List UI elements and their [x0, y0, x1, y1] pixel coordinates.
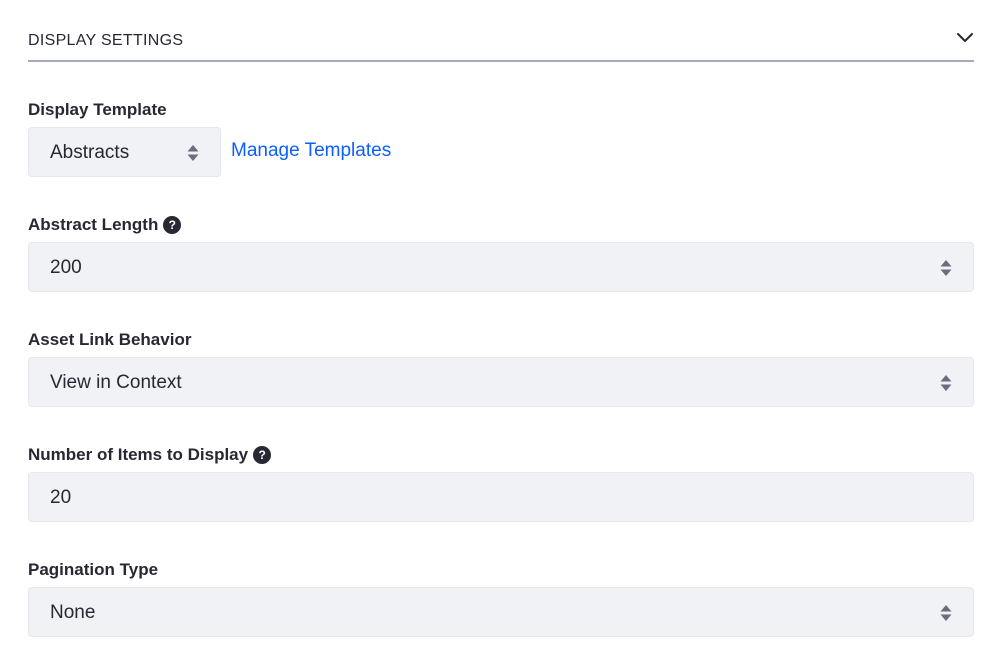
pagination-type-value: None: [50, 602, 96, 623]
abstract-length-value: 200: [50, 257, 82, 278]
select-arrows-icon: [940, 605, 952, 621]
select-arrows-icon: [940, 375, 952, 391]
pagination-type-select[interactable]: None: [28, 587, 974, 637]
display-template-label: Display Template: [28, 100, 167, 119]
display-template-select[interactable]: Abstracts: [28, 127, 221, 177]
items-to-display-label: Number of Items to Display?: [28, 445, 272, 465]
display-settings-panel: DISPLAY SETTINGS Display Template Abstra…: [28, 0, 974, 637]
select-arrows-icon: [187, 145, 199, 161]
items-to-display-input[interactable]: 20: [28, 472, 974, 522]
asset-link-behavior-select[interactable]: View in Context: [28, 357, 974, 407]
select-arrows-icon: [940, 260, 952, 276]
panel-header[interactable]: DISPLAY SETTINGS: [28, 0, 974, 62]
asset-link-behavior-label: Asset Link Behavior: [28, 330, 192, 349]
display-template-value: Abstracts: [50, 142, 130, 163]
chevron-down-icon[interactable]: [956, 28, 974, 46]
pagination-type-label: Pagination Type: [28, 560, 159, 579]
manage-templates-link[interactable]: Manage Templates: [231, 140, 391, 162]
panel-title: DISPLAY SETTINGS: [28, 32, 184, 49]
asset-link-behavior-value: View in Context: [50, 372, 182, 393]
help-icon[interactable]: ?: [253, 446, 272, 464]
abstract-length-select[interactable]: 200: [28, 242, 974, 292]
abstract-length-label: Abstract Length?: [28, 215, 182, 235]
items-to-display-value: 20: [50, 487, 72, 508]
help-icon[interactable]: ?: [163, 216, 182, 234]
